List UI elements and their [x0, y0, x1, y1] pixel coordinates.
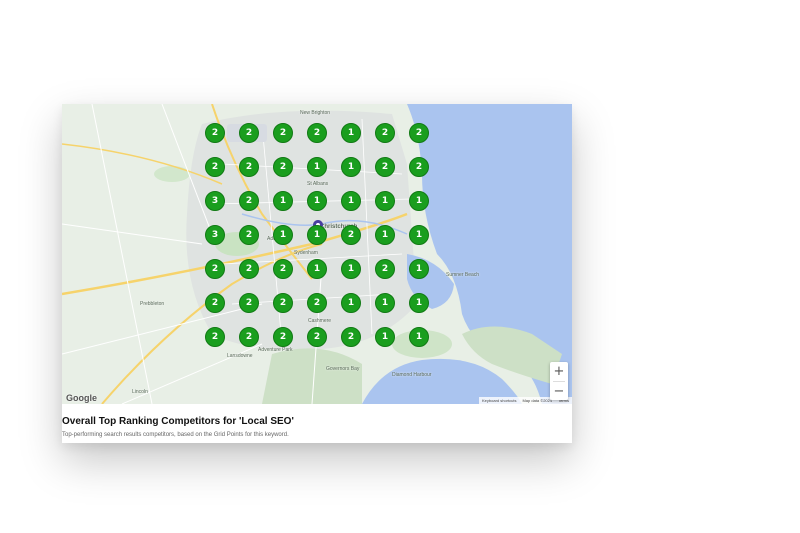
google-logo: Google: [66, 393, 97, 403]
place-label-sumner-beach: Sumner Beach: [446, 272, 480, 278]
place-label-new-brighton: New Brighton: [300, 110, 331, 116]
grid-point-r6-c6[interactable]: 1: [375, 293, 395, 313]
grid-point-r4-c6[interactable]: 1: [375, 225, 395, 245]
grid-point-r4-c3[interactable]: 1: [273, 225, 293, 245]
grid-point-r4-c1[interactable]: 3: [205, 225, 225, 245]
grid-point-r3-c1[interactable]: 3: [205, 191, 225, 211]
grid-point-r6-c7[interactable]: 1: [409, 293, 429, 313]
grid-point-r6-c4[interactable]: 2: [307, 293, 327, 313]
grid-point-r2-c7[interactable]: 2: [409, 157, 429, 177]
grid-point-r5-c1[interactable]: 2: [205, 259, 225, 279]
grid-point-r6-c3[interactable]: 2: [273, 293, 293, 313]
place-label-prebbleton: Prebbleton: [140, 301, 165, 307]
grid-point-r6-c2[interactable]: 2: [239, 293, 259, 313]
place-label-cashmere: Cashmere: [308, 318, 332, 324]
grid-point-r5-c6[interactable]: 2: [375, 259, 395, 279]
grid-point-r1-c1[interactable]: 2: [205, 123, 225, 143]
grid-point-r5-c5[interactable]: 1: [341, 259, 361, 279]
grid-point-r7-c2[interactable]: 2: [239, 327, 259, 347]
grid-point-r3-c5[interactable]: 1: [341, 191, 361, 211]
grid-point-r5-c4[interactable]: 1: [307, 259, 327, 279]
map-data-text: Map data ©2024: [522, 398, 553, 403]
grid-point-r4-c4[interactable]: 1: [307, 225, 327, 245]
grid-point-r3-c3[interactable]: 1: [273, 191, 293, 211]
grid-point-r4-c5[interactable]: 2: [341, 225, 361, 245]
grid-point-r2-c6[interactable]: 2: [375, 157, 395, 177]
grid-point-r1-c2[interactable]: 2: [239, 123, 259, 143]
grid-point-r5-c3[interactable]: 2: [273, 259, 293, 279]
grid-point-r4-c2[interactable]: 2: [239, 225, 259, 245]
grid-point-r7-c3[interactable]: 2: [273, 327, 293, 347]
grid-point-r7-c6[interactable]: 1: [375, 327, 395, 347]
grid-point-r7-c7[interactable]: 1: [409, 327, 429, 347]
place-label-lincoln: Lincoln: [132, 389, 148, 395]
grid-point-r7-c4[interactable]: 2: [307, 327, 327, 347]
grid-point-r3-c2[interactable]: 2: [239, 191, 259, 211]
grid-point-r4-c7[interactable]: 1: [409, 225, 429, 245]
place-label-adventure-park: Adventure Park: [258, 347, 293, 353]
grid-point-r1-c6[interactable]: 2: [375, 123, 395, 143]
grid-point-r6-c1[interactable]: 2: [205, 293, 225, 313]
grid-point-r1-c5[interactable]: 1: [341, 123, 361, 143]
grid-point-r2-c4[interactable]: 1: [307, 157, 327, 177]
keyboard-shortcuts-link[interactable]: Keyboard shortcuts: [482, 398, 516, 403]
grid-point-r3-c4[interactable]: 1: [307, 191, 327, 211]
grid-point-r2-c5[interactable]: 1: [341, 157, 361, 177]
grid-point-r2-c2[interactable]: 2: [239, 157, 259, 177]
grid-point-r6-c5[interactable]: 1: [341, 293, 361, 313]
grid-point-r1-c4[interactable]: 2: [307, 123, 327, 143]
section-title: Overall Top Ranking Competitors for 'Loc…: [62, 416, 294, 427]
zoom-in-button[interactable]: +: [550, 362, 568, 381]
place-label-governors-bay: Governors Bay: [326, 366, 360, 372]
grid-point-r5-c2[interactable]: 2: [239, 259, 259, 279]
grid-point-r7-c5[interactable]: 2: [341, 327, 361, 347]
zoom-out-button[interactable]: −: [550, 382, 568, 401]
place-label-st-albans: St Albans: [307, 181, 329, 187]
zoom-control: + −: [550, 362, 568, 400]
place-label-sydenham: Sydenham: [294, 250, 318, 256]
grid-point-r7-c1[interactable]: 2: [205, 327, 225, 347]
map-card: New Brighton Christchurch Sydenham Addin…: [62, 104, 572, 443]
place-label-diamond-harbour: Diamond Harbour: [392, 372, 432, 378]
grid-point-r5-c7[interactable]: 1: [409, 259, 429, 279]
grid-point-r1-c3[interactable]: 2: [273, 123, 293, 143]
grid-point-r3-c6[interactable]: 1: [375, 191, 395, 211]
grid-point-r2-c3[interactable]: 2: [273, 157, 293, 177]
grid-point-r1-c7[interactable]: 2: [409, 123, 429, 143]
grid-point-r3-c7[interactable]: 1: [409, 191, 429, 211]
section-subtitle: Top-performing search results competitor…: [62, 432, 289, 438]
grid-point-r2-c1[interactable]: 2: [205, 157, 225, 177]
map-view[interactable]: New Brighton Christchurch Sydenham Addin…: [62, 104, 572, 404]
place-label-lansdowne: Lansdowne: [227, 353, 253, 359]
